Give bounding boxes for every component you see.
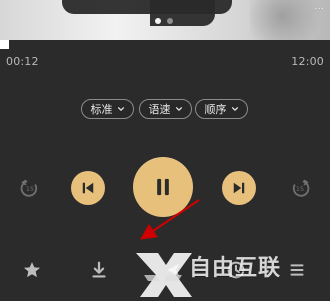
chevron-down-icon: [175, 107, 182, 111]
speed-pill[interactable]: 语速: [139, 99, 192, 119]
carousel-dot-active[interactable]: [155, 18, 161, 24]
next-button[interactable]: [222, 171, 256, 205]
play-pause-button[interactable]: [133, 157, 193, 217]
svg-text:15: 15: [26, 185, 34, 193]
player-screen: … 00:12 12:00 标准 语速 顺序 15 15 自由互联: [0, 0, 330, 301]
quality-pill[interactable]: 标准: [81, 99, 134, 119]
share-button[interactable]: [160, 256, 188, 284]
cover-mark: …: [314, 1, 324, 12]
star-icon: [23, 262, 41, 278]
playback-options: 标准 语速 顺序: [0, 99, 330, 121]
previous-button[interactable]: [71, 171, 105, 205]
rewind-button[interactable]: 15: [16, 174, 44, 202]
svg-text:15: 15: [296, 185, 304, 193]
list-icon: [290, 264, 304, 276]
current-time: 00:12: [6, 55, 39, 68]
chevron-down-icon: [117, 107, 124, 111]
order-pill-label: 顺序: [204, 103, 227, 116]
duration-time: 12:00: [291, 55, 324, 68]
carousel-dots: [155, 18, 173, 24]
rewind-15-icon: 15: [20, 179, 38, 197]
favorite-button[interactable]: [18, 256, 46, 284]
clock-icon: [227, 261, 245, 279]
bottom-action-bar: [0, 256, 330, 286]
download-icon: [92, 261, 106, 278]
cover-image: …: [0, 0, 330, 40]
pause-icon: [157, 178, 169, 196]
skip-next-icon: [233, 182, 245, 194]
speed-pill-label: 语速: [148, 103, 171, 116]
quality-pill-label: 标准: [90, 103, 113, 116]
share-icon: [167, 263, 180, 277]
forward-15-icon: 15: [292, 179, 310, 197]
forward-button[interactable]: 15: [286, 174, 314, 202]
progress-thumb[interactable]: [0, 40, 9, 49]
playlist-button[interactable]: [283, 256, 311, 284]
skip-previous-icon: [82, 182, 94, 194]
timer-button[interactable]: [222, 256, 250, 284]
order-pill[interactable]: 顺序: [195, 99, 248, 119]
download-button[interactable]: [85, 256, 113, 284]
carousel-dot[interactable]: [167, 18, 173, 24]
chevron-down-icon: [231, 107, 238, 111]
